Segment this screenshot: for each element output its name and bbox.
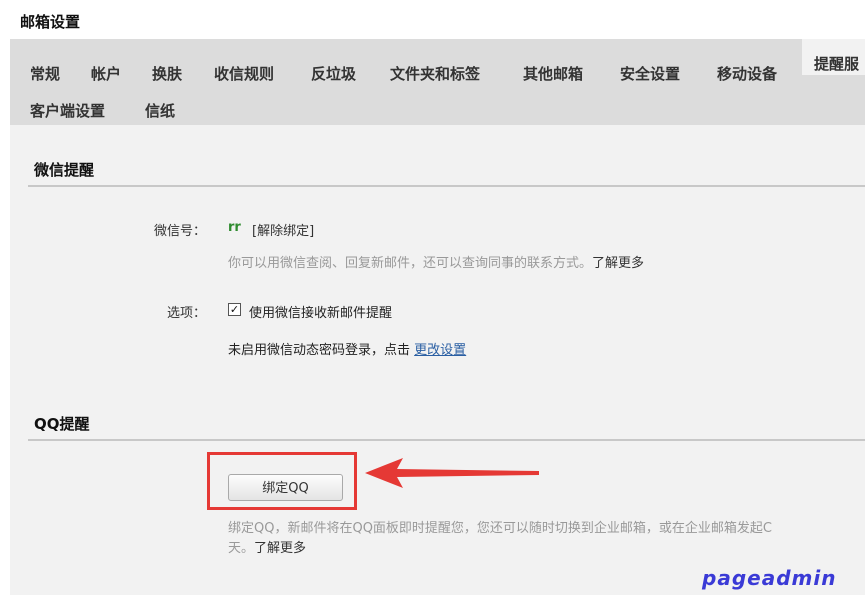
tab-notification-service[interactable]: 提醒服 [802,39,865,75]
dynamic-password-text: 未启用微信动态密码登录，点击 更改设置 [228,339,466,358]
change-settings-link[interactable]: 更改设置 [414,343,466,358]
wechat-learn-more-link[interactable]: 了解更多 [592,256,644,271]
tab-client-settings[interactable]: 客户端设置 [30,100,105,121]
wechat-hint-text: 你可以用微信查阅、回复新邮件，还可以查询同事的联系方式。 [228,256,593,271]
tab-stationery[interactable]: 信纸 [145,100,175,121]
options-label: 选项： [166,306,206,321]
wechat-notify-label: 使用微信接收新邮件提醒 [249,306,393,321]
tab-security[interactable]: 安全设置 [620,63,680,84]
bind-qq-button[interactable]: 绑定QQ [228,474,343,501]
dynamic-password-message: 未启用微信动态密码登录，点击 [228,343,411,358]
qq-description: 绑定QQ，新邮件将在QQ面板即时提醒您，您还可以随时切换到企业邮箱，或在企业邮箱… [228,521,773,536]
settings-content: 微信提醒 微信号： rr [解除绑定] 你可以用微信查阅、回复新邮件，还可以查询… [10,125,865,595]
qq-learn-more-link[interactable]: 了解更多 [254,541,306,556]
tab-mobile-devices[interactable]: 移动设备 [717,63,777,84]
wechat-id-value: rr [228,220,241,235]
qq-description-tail: 天。 [228,541,255,556]
wechat-hint: 你可以用微信查阅、回复新邮件，还可以查询同事的联系方式。了解更多 [228,252,644,271]
red-arrow-icon [365,458,539,488]
wechat-notify-checkbox[interactable]: ✓ [228,303,241,316]
section-divider [28,439,865,441]
unbind-link[interactable]: [解除绑定] [252,220,314,239]
page-title: 邮箱设置 [20,13,81,31]
tab-anti-spam[interactable]: 反垃圾 [311,63,356,84]
tab-general[interactable]: 常规 [30,63,60,84]
settings-tab-bar: 常规 帐户 换肤 收信规则 反垃圾 文件夹和标签 其他邮箱 安全设置 移动设备 … [10,39,865,125]
watermark: pageadmin [702,566,837,590]
qq-description-end: 天。了解更多 [228,537,306,556]
tab-other-mailboxes[interactable]: 其他邮箱 [523,63,583,84]
qq-section-title: QQ提醒 [34,415,90,433]
wechat-id-label: 微信号： [153,224,206,239]
tab-account[interactable]: 帐户 [91,63,121,84]
wechat-section-title: 微信提醒 [34,161,95,179]
tab-skin[interactable]: 换肤 [152,63,182,84]
section-divider [28,185,865,187]
tab-folders-labels[interactable]: 文件夹和标签 [390,63,480,84]
tab-receive-rules[interactable]: 收信规则 [214,63,274,84]
